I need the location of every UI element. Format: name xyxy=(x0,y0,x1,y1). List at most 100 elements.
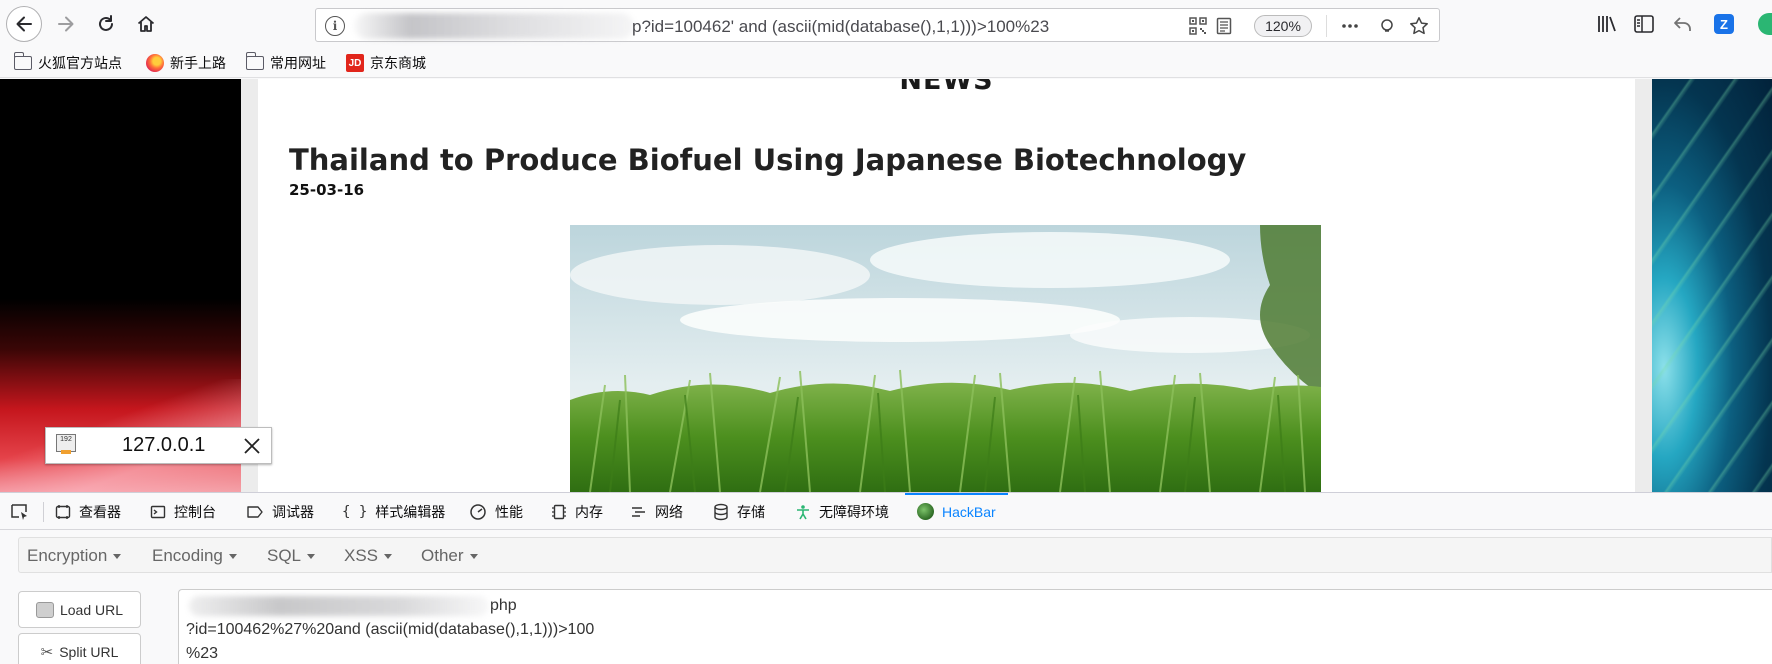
caret-down-icon xyxy=(307,554,316,560)
tab-label: HackBar xyxy=(942,503,996,520)
load-url-button[interactable]: Load URL xyxy=(18,591,141,628)
home-icon xyxy=(137,16,155,32)
reload-icon xyxy=(99,15,113,31)
hackbar-menu: Encryption Encoding SQL XSS Other xyxy=(18,537,1772,573)
bookmarks-bar: 火狐官方站点 新手上路 常用网址 JD 京东商城 xyxy=(0,48,1772,78)
bookmark-common-sites[interactable]: 常用网址 xyxy=(245,52,326,73)
zoom-level-badge[interactable]: 120% xyxy=(1254,15,1312,37)
tab-network[interactable]: 网络 xyxy=(631,493,683,530)
menu-encoding[interactable]: Encoding xyxy=(152,546,237,566)
menu-label: Encryption xyxy=(27,546,108,565)
database-icon xyxy=(714,503,728,520)
library-icon[interactable] xyxy=(1597,15,1617,33)
url-line-3: %23 xyxy=(186,645,219,662)
caret-down-icon xyxy=(469,554,478,560)
menu-label: Encoding xyxy=(152,546,223,565)
folder-icon xyxy=(245,52,264,70)
network-computer-icon: 192 xyxy=(56,434,76,454)
url-bar[interactable]: i p?id=100462' and (ascii(mid(database()… xyxy=(315,8,1440,42)
menu-xss[interactable]: XSS xyxy=(344,546,393,566)
tab-storage[interactable]: 存储 xyxy=(713,493,765,530)
back-button[interactable] xyxy=(6,6,42,42)
tab-divider xyxy=(43,502,44,522)
site-info-icon[interactable]: i xyxy=(325,16,345,36)
close-icon[interactable] xyxy=(242,436,262,456)
url-redacted-segment xyxy=(354,13,634,39)
menu-label: Other xyxy=(421,546,464,565)
url-redacted-segment xyxy=(189,596,489,616)
url-textarea[interactable]: php ?id=100462%27%20and (ascii(mid(datab… xyxy=(178,589,1772,664)
bookmark-star-icon[interactable] xyxy=(1409,16,1429,36)
tab-memory[interactable]: 内存 xyxy=(551,493,603,530)
caret-down-icon xyxy=(113,554,122,560)
split-url-button[interactable]: ✂ Split URL xyxy=(18,633,141,664)
sidebar-icon[interactable] xyxy=(1634,15,1654,33)
accessibility-icon xyxy=(797,504,809,519)
arrow-left-icon xyxy=(16,16,32,32)
reload-button[interactable] xyxy=(91,9,121,39)
ip-address-text: 127.0.0.1 xyxy=(122,434,206,456)
tab-label: 网络 xyxy=(655,503,683,520)
firefox-logo-icon xyxy=(146,54,164,72)
content-column: NEWS Thailand to Produce Biofuel Using J… xyxy=(241,79,1652,492)
page-background-right xyxy=(1652,79,1772,492)
bookmark-label: 京东商城 xyxy=(370,55,426,71)
tab-label: 控制台 xyxy=(174,503,216,520)
bookmark-getting-started[interactable]: 新手上路 xyxy=(146,53,226,73)
jd-logo-icon: JD xyxy=(346,54,364,72)
tab-style-editor[interactable]: { } 样式编辑器 xyxy=(342,493,445,530)
hackbar-logo-icon xyxy=(917,503,934,520)
forward-button[interactable] xyxy=(51,9,81,39)
article-container: NEWS Thailand to Produce Biofuel Using J… xyxy=(258,79,1635,492)
tab-inspector[interactable]: 查看器 xyxy=(55,493,121,530)
element-picker-button[interactable] xyxy=(10,493,30,530)
article-title: Thailand to Produce Biofuel Using Japane… xyxy=(289,143,1247,177)
memory-chip-icon xyxy=(552,504,566,519)
extension-partial-icon[interactable] xyxy=(1758,13,1772,35)
network-icon xyxy=(632,506,645,517)
tab-accessibility[interactable]: 无障碍环境 xyxy=(795,493,889,530)
qr-code-icon[interactable] xyxy=(1189,17,1207,35)
tab-label: 性能 xyxy=(495,503,523,520)
load-url-icon xyxy=(35,601,54,618)
news-heading: NEWS xyxy=(899,79,994,96)
undo-arrow-icon[interactable] xyxy=(1673,15,1693,33)
url-text[interactable]: p?id=100462' and (ascii(mid(database(),1… xyxy=(632,17,1049,37)
debugger-icon xyxy=(247,505,263,518)
url-line-2: ?id=100462%27%20and (ascii(mid(database(… xyxy=(186,621,595,638)
tab-hackbar[interactable]: HackBar xyxy=(905,493,1008,530)
console-icon xyxy=(150,505,166,518)
bookmark-label: 新手上路 xyxy=(170,55,226,71)
menu-encryption[interactable]: Encryption xyxy=(27,546,122,566)
browser-toolbar: i p?id=100462' and (ascii(mid(database()… xyxy=(0,0,1772,48)
bookmark-label: 火狐官方站点 xyxy=(38,55,122,71)
tab-performance[interactable]: 性能 xyxy=(469,493,523,530)
reader-view-icon[interactable] xyxy=(1215,17,1233,35)
bookmark-jd-mall[interactable]: JD 京东商城 xyxy=(346,53,426,73)
tab-label: 内存 xyxy=(575,503,603,520)
extension-z-icon[interactable]: Z xyxy=(1714,14,1734,34)
button-label: Split URL xyxy=(59,643,119,660)
tab-debugger[interactable]: 调试器 xyxy=(246,493,314,530)
inspector-icon xyxy=(55,504,71,519)
bookmark-label: 常用网址 xyxy=(270,55,326,71)
element-picker-icon xyxy=(11,503,27,520)
menu-other[interactable]: Other xyxy=(421,546,478,566)
scissors-icon: ✂ xyxy=(40,643,54,661)
page-actions-icon[interactable] xyxy=(1341,17,1359,35)
ip-address-popup: 192 127.0.0.1 xyxy=(45,427,272,464)
tab-console[interactable]: 控制台 xyxy=(150,493,216,530)
devtools-panel: 查看器 控制台 调试器 { } 样式编辑器 性能 内存 网络 存储 无障碍环境 … xyxy=(0,492,1772,664)
home-button[interactable] xyxy=(131,9,161,39)
braces-icon: { } xyxy=(342,503,368,520)
menu-sql[interactable]: SQL xyxy=(267,546,316,566)
button-label: Load URL xyxy=(59,601,124,618)
tab-label: 调试器 xyxy=(272,503,314,520)
menu-label: XSS xyxy=(344,546,379,565)
pocket-icon[interactable] xyxy=(1378,17,1396,35)
url-line-text: php xyxy=(490,597,517,614)
tab-label: 存储 xyxy=(737,503,765,520)
menu-label: SQL xyxy=(267,546,302,565)
article-date: 25-03-16 xyxy=(289,181,365,199)
bookmark-firefox-official[interactable]: 火狐官方站点 xyxy=(13,52,122,73)
